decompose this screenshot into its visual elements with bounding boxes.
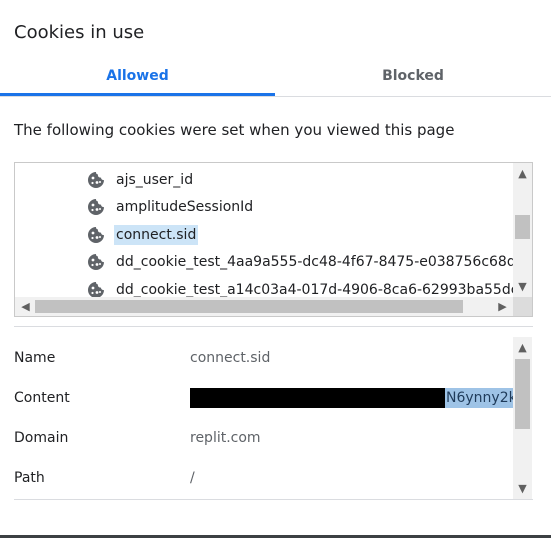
detail-value-path[interactable]: / (190, 467, 195, 489)
cookie-item-dd-cookie-test-1[interactable]: dd_cookie_test_4aa9a555-dc48-4f67-8475-e… (87, 250, 513, 274)
cookie-item-label: dd_cookie_test_4aa9a555-dc48-4f67-8475-e… (116, 254, 513, 270)
detail-key-name: Name (14, 350, 56, 366)
scrollbar-corner (513, 297, 532, 316)
detail-value-content[interactable]: N6ynny2k (190, 387, 518, 409)
scroll-thumb[interactable] (35, 300, 463, 313)
cookie-tree[interactable]: ajs_user_id amplitudeSessionId connect.s… (14, 162, 533, 317)
cookie-icon (88, 199, 104, 215)
cookie-item-label: ajs_user_id (116, 172, 194, 188)
cookie-icon (88, 172, 104, 188)
detail-value-name[interactable]: connect.sid (190, 347, 270, 369)
cookie-item-amplitude-session-id[interactable]: amplitudeSessionId (87, 195, 255, 219)
tab-blocked[interactable]: Blocked (275, 66, 551, 96)
description-text: The following cookies were set when you … (14, 121, 455, 139)
detail-key-path: Path (14, 470, 45, 486)
cookie-item-ajs-user-id[interactable]: ajs_user_id (87, 168, 195, 192)
cookie-item-label: connect.sid (114, 225, 199, 245)
scroll-left-arrow-icon[interactable]: ◀ (17, 297, 34, 316)
cookie-tree-rows: ajs_user_id amplitudeSessionId connect.s… (15, 163, 513, 297)
cookie-item-label: dd_cookie_test_a14c03a4-017d-4906-8ca6-6… (116, 282, 513, 297)
scroll-thumb[interactable] (515, 215, 530, 239)
scroll-thumb[interactable] (515, 359, 530, 429)
cookie-item-label: amplitudeSessionId (116, 199, 254, 215)
cookie-tree-vertical-scrollbar[interactable]: ▲ ▼ (513, 163, 532, 297)
scroll-right-arrow-icon[interactable]: ▶ (494, 297, 511, 316)
cookie-tree-horizontal-scrollbar[interactable]: ◀ ▶ (15, 297, 513, 316)
cookie-icon (88, 254, 104, 270)
tab-divider (0, 96, 551, 97)
dialog-title: Cookies in use (14, 22, 145, 43)
scroll-down-arrow-icon[interactable]: ▼ (513, 278, 532, 295)
scroll-down-arrow-icon[interactable]: ▼ (513, 480, 532, 497)
details-top-divider (14, 326, 533, 327)
cookie-icon (88, 282, 104, 297)
details-bottom-divider (14, 499, 533, 500)
details-vertical-scrollbar[interactable]: ▲ ▼ (513, 337, 532, 499)
scroll-up-arrow-icon[interactable]: ▲ (513, 339, 532, 356)
content-visible-tail: N6ynny2k (445, 388, 518, 408)
cookie-details: Name connect.sid Content N6ynny2k Domain… (0, 337, 551, 499)
redacted-block (190, 388, 445, 408)
cookie-item-connect-sid[interactable]: connect.sid (87, 223, 199, 247)
detail-key-domain: Domain (14, 430, 69, 446)
detail-value-domain[interactable]: replit.com (190, 427, 261, 449)
tab-allowed[interactable]: Allowed (0, 66, 275, 96)
scroll-up-arrow-icon[interactable]: ▲ (513, 165, 532, 182)
cookie-icon (88, 227, 104, 243)
cookie-item-dd-cookie-test-2[interactable]: dd_cookie_test_a14c03a4-017d-4906-8ca6-6… (87, 278, 513, 297)
detail-key-content: Content (14, 390, 70, 406)
